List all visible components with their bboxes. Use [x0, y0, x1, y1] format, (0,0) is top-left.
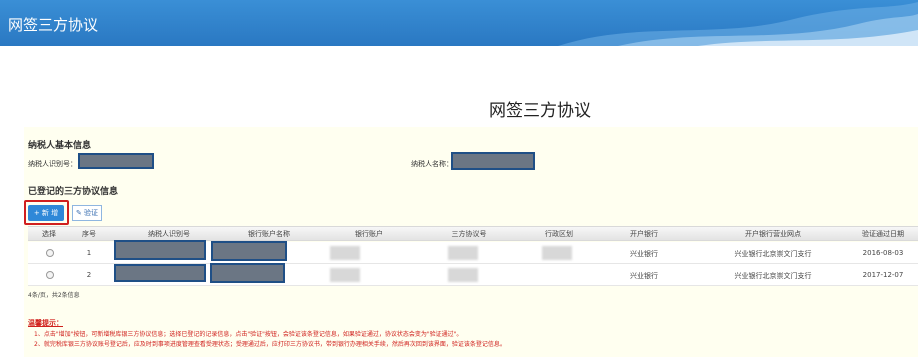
verify-button-label: 验证	[84, 209, 99, 217]
tips-title: 温馨提示：	[28, 319, 63, 327]
table-header: 选择 序号 纳税人识别号 银行账户名称 银行账户 三方协议号 行政区划 开户银行…	[28, 226, 918, 241]
agreement-redacted	[448, 246, 478, 260]
agreement-redacted	[448, 268, 478, 282]
taxpayer-id-value-redacted	[78, 153, 154, 169]
account-name-redacted-row1	[211, 241, 287, 261]
taxpayer-name-label: 纳税人名称：	[411, 160, 453, 168]
taxpayer-name-value-redacted	[451, 152, 535, 170]
row-select-radio[interactable]	[46, 249, 54, 257]
header-wave-decoration	[558, 2, 918, 46]
col-agreement-no: 三方协议号	[451, 230, 487, 238]
row-seq: 1	[86, 249, 92, 257]
page-title: 网签三方协议	[489, 101, 591, 121]
app-header: 网签三方协议	[0, 0, 918, 46]
edit-icon: ✎	[75, 209, 82, 217]
taxpayer-section-title: 纳税人基本信息	[28, 141, 92, 151]
tip-line: 1、点击"增加"按钮，可新增税库银三方协议信息；选择已登记的记录信息，点击"验证…	[34, 331, 463, 338]
col-account: 银行账户	[355, 230, 383, 238]
taxpayer-id-redacted-row2	[114, 264, 206, 282]
col-account-name: 银行账户名称	[248, 230, 290, 238]
registered-section-title: 已登记的三方协议信息	[28, 187, 119, 197]
col-verified-date: 验证通过日期	[862, 230, 904, 238]
header-title: 网签三方协议	[8, 16, 99, 34]
row-bank: 兴业银行	[630, 250, 658, 258]
row-select-radio[interactable]	[46, 271, 54, 279]
tip-line: 2、就完税库银三方协议账号登记后，应及时到事项进度管理查看受理状态；受理通过后，…	[34, 341, 506, 348]
col-bank: 开户银行	[630, 230, 658, 238]
col-taxpayer-id: 纳税人识别号	[148, 230, 190, 238]
pagination-info: 4条/页，共2条信息	[28, 292, 80, 299]
verify-button[interactable]: ✎ 验证	[72, 205, 102, 221]
row-seq: 2	[86, 271, 92, 279]
row-verified-date: 2017-12-07	[862, 271, 904, 279]
row-branch: 兴业银行北京崇文门支行	[734, 250, 812, 258]
region-redacted	[542, 246, 572, 260]
col-region: 行政区划	[545, 230, 573, 238]
col-branch: 开户银行营业网点	[745, 230, 801, 238]
account-name-redacted-row2	[210, 263, 285, 283]
row-branch: 兴业银行北京崇文门支行	[734, 272, 812, 280]
account-redacted	[330, 246, 360, 260]
row-bank: 兴业银行	[630, 272, 658, 280]
account-redacted	[330, 268, 360, 282]
col-seq: 序号	[82, 230, 96, 238]
taxpayer-id-label: 纳税人识别号：	[28, 160, 77, 168]
col-select: 选择	[42, 230, 56, 238]
add-button[interactable]: + 新 增	[28, 205, 64, 221]
row-verified-date: 2016-08-03	[862, 249, 904, 257]
taxpayer-id-redacted-row1	[114, 240, 206, 260]
